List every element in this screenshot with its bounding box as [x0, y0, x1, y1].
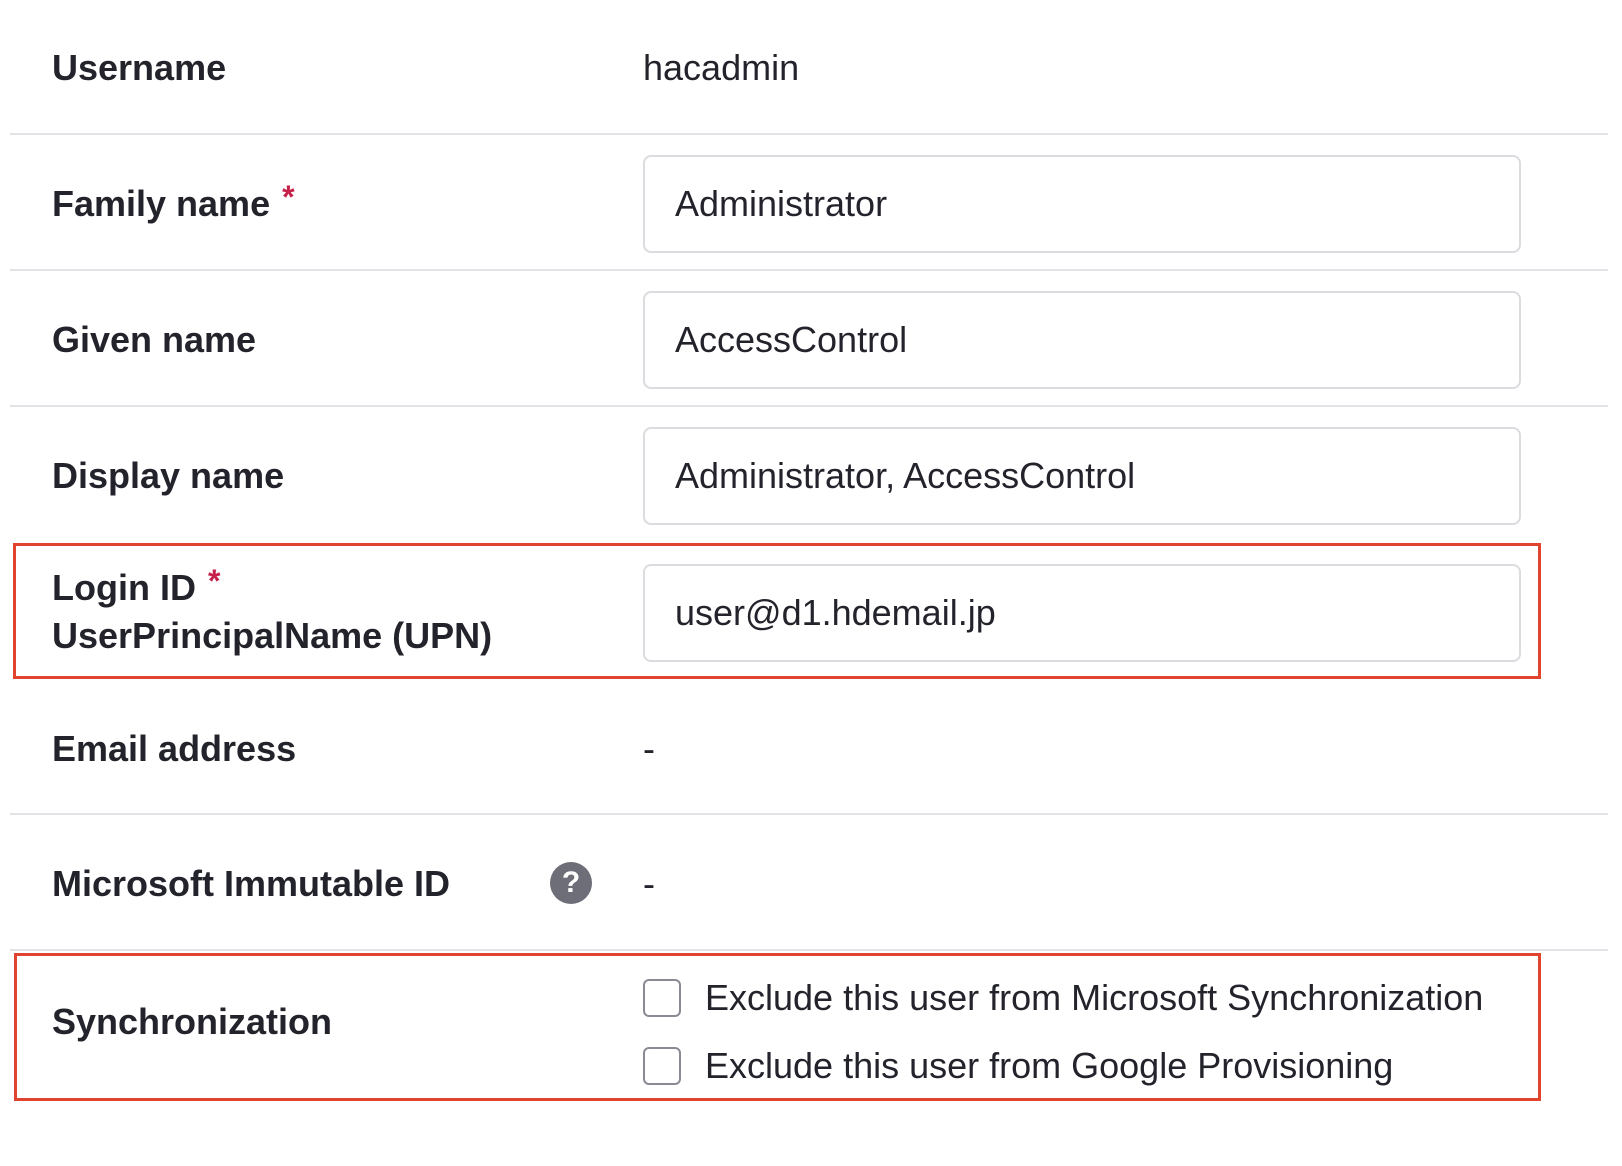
immutable-id-value: -: [643, 863, 655, 904]
exclude-microsoft-sync-option[interactable]: Exclude this user from Microsoft Synchro…: [643, 976, 1483, 1020]
exclude-google-provisioning-checkbox[interactable]: [643, 1047, 681, 1085]
exclude-microsoft-sync-label: Exclude this user from Microsoft Synchro…: [705, 977, 1484, 1018]
username-row: [10, 0, 1608, 134]
question-circle-icon[interactable]: ?: [550, 862, 592, 904]
display-name-input[interactable]: [643, 427, 1521, 525]
synchronization-label: Synchronization: [52, 1001, 333, 1042]
divider: [10, 949, 1608, 951]
username-label: Username: [52, 47, 227, 88]
exclude-microsoft-sync-checkbox[interactable]: [643, 979, 681, 1017]
given-name-label: Given name: [52, 319, 257, 360]
required-mark: *: [282, 179, 295, 215]
divider: [10, 133, 1608, 135]
required-mark: *: [207, 563, 221, 599]
email-address-value: -: [643, 728, 655, 769]
login-id-label: Login ID *: [52, 563, 221, 608]
family-name-label: Family name *: [52, 179, 295, 224]
login-id-input[interactable]: [643, 564, 1521, 662]
family-name-input[interactable]: [643, 155, 1521, 253]
exclude-google-provisioning-label: Exclude this user from Google Provisioni…: [705, 1045, 1394, 1086]
divider: [10, 813, 1608, 815]
exclude-google-provisioning-option[interactable]: Exclude this user from Google Provisioni…: [643, 1044, 1393, 1088]
divider: [10, 405, 1608, 407]
given-name-input[interactable]: [643, 291, 1521, 389]
display-name-label: Display name: [52, 455, 285, 496]
username-value: hacadmin: [643, 47, 800, 88]
immutable-id-label: Microsoft Immutable ID: [52, 863, 451, 904]
divider: [10, 269, 1608, 271]
email-address-label: Email address: [52, 728, 297, 769]
login-id-sublabel: UserPrincipalName (UPN): [52, 615, 493, 656]
